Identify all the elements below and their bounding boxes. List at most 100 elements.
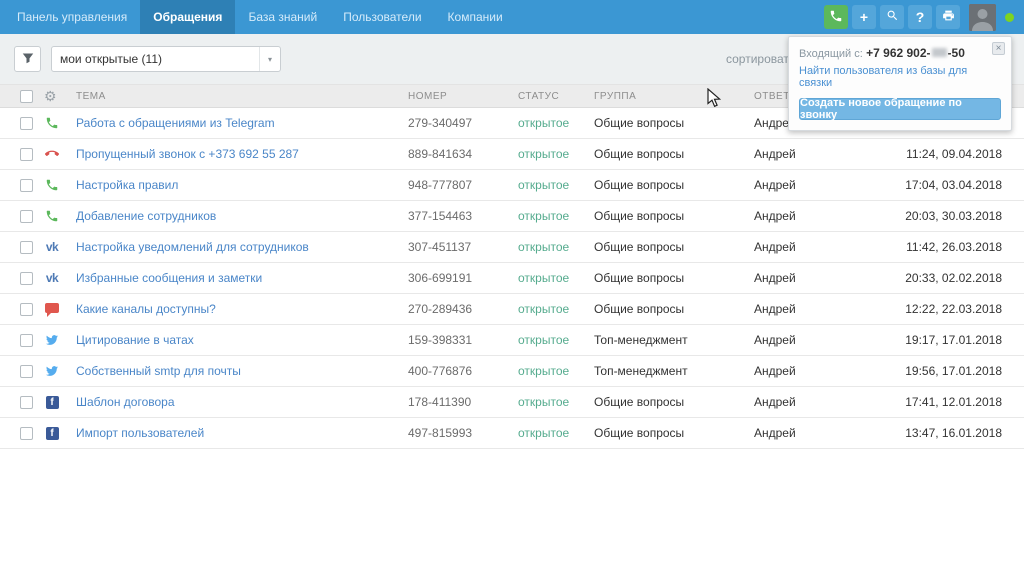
ticket-theme-link[interactable]: Добавление сотрудников bbox=[76, 209, 408, 223]
row-checkbox-cell bbox=[0, 210, 44, 223]
table-row[interactable]: Добавление сотрудников 377-154463 открыт… bbox=[0, 201, 1024, 232]
row-checkbox-cell bbox=[0, 241, 44, 254]
row-checkbox-cell bbox=[0, 396, 44, 409]
channel-missed-call-icon bbox=[44, 146, 60, 162]
ticket-assignee: Андрей bbox=[754, 178, 874, 192]
row-checkbox[interactable] bbox=[20, 117, 33, 130]
ticket-group: Общие вопросы bbox=[594, 271, 754, 285]
gear-icon[interactable]: ⚙ bbox=[44, 89, 57, 103]
row-checkbox-cell bbox=[0, 179, 44, 192]
ticket-theme-link[interactable]: Работа с обращениями из Telegram bbox=[76, 116, 408, 130]
ticket-date: 19:17, 17.01.2018 bbox=[874, 333, 1024, 347]
add-ticket-button[interactable]: + bbox=[852, 5, 876, 29]
row-channel-cell: f bbox=[44, 394, 76, 410]
help-button[interactable]: ? bbox=[908, 5, 932, 29]
row-checkbox[interactable] bbox=[20, 427, 33, 440]
table-row[interactable]: Цитирование в чатах 159-398331 открытое … bbox=[0, 325, 1024, 356]
ticket-assignee: Андрей bbox=[754, 147, 874, 161]
row-checkbox[interactable] bbox=[20, 148, 33, 161]
row-channel-cell bbox=[44, 208, 76, 224]
table-row[interactable]: Какие каналы доступны? 270-289436 открыт… bbox=[0, 294, 1024, 325]
nav-item-users[interactable]: Пользователи bbox=[330, 0, 434, 34]
phone-call-button[interactable] bbox=[824, 5, 848, 29]
select-all-checkbox[interactable] bbox=[20, 90, 33, 103]
create-ticket-from-call-button[interactable]: Создать новое обращение по звонку bbox=[799, 98, 1001, 120]
column-header-group[interactable]: ГРУППА bbox=[594, 91, 754, 102]
row-checkbox[interactable] bbox=[20, 396, 33, 409]
ticket-date: 20:03, 30.03.2018 bbox=[874, 209, 1024, 223]
row-checkbox[interactable] bbox=[20, 303, 33, 316]
nav-item-tickets[interactable]: Обращения bbox=[140, 0, 235, 34]
row-channel-cell: vk bbox=[44, 270, 76, 286]
row-channel-cell bbox=[44, 363, 76, 379]
ticket-assignee: Андрей bbox=[754, 240, 874, 254]
row-checkbox-cell bbox=[0, 117, 44, 130]
table-row[interactable]: Настройка правил 948-777807 открытое Общ… bbox=[0, 170, 1024, 201]
row-checkbox[interactable] bbox=[20, 210, 33, 223]
table-row[interactable]: Собственный smtp для почты 400-776876 от… bbox=[0, 356, 1024, 387]
ticket-number: 889-841634 bbox=[408, 147, 518, 161]
masked-digits bbox=[932, 48, 947, 57]
row-checkbox-cell bbox=[0, 272, 44, 285]
user-avatar[interactable] bbox=[969, 4, 996, 31]
ticket-theme-link[interactable]: Избранные сообщения и заметки bbox=[76, 271, 408, 285]
row-checkbox-cell bbox=[0, 148, 44, 161]
nav-item-knowledge-base[interactable]: База знаний bbox=[235, 0, 330, 34]
ticket-assignee: Андрей bbox=[754, 426, 874, 440]
ticket-status: открытое bbox=[518, 302, 594, 316]
row-checkbox[interactable] bbox=[20, 365, 33, 378]
ticket-date: 17:04, 03.04.2018 bbox=[874, 178, 1024, 192]
close-icon[interactable]: × bbox=[992, 42, 1005, 55]
table-row[interactable]: f Импорт пользователей 497-815993 открыт… bbox=[0, 418, 1024, 449]
row-checkbox[interactable] bbox=[20, 334, 33, 347]
filter-button[interactable] bbox=[14, 46, 41, 72]
channel-call-icon bbox=[44, 177, 60, 193]
find-user-link[interactable]: Найти пользователя из базы для связки bbox=[799, 65, 1001, 89]
tickets-table-body: Работа с обращениями из Telegram 279-340… bbox=[0, 108, 1024, 449]
ticket-theme-link[interactable]: Настройка уведомлений для сотрудников bbox=[76, 240, 408, 254]
channel-twitter-icon bbox=[44, 363, 60, 379]
navbar-actions: + ? bbox=[824, 0, 1024, 34]
column-header-number[interactable]: НОМЕР bbox=[408, 91, 518, 102]
nav-item-control-panel[interactable]: Панель управления bbox=[4, 0, 140, 34]
ticket-number: 178-411390 bbox=[408, 395, 518, 409]
ticket-date: 12:22, 22.03.2018 bbox=[874, 302, 1024, 316]
ticket-theme-link[interactable]: Настройка правил bbox=[76, 178, 408, 192]
table-row[interactable]: vk Избранные сообщения и заметки 306-699… bbox=[0, 263, 1024, 294]
ticket-theme-link[interactable]: Импорт пользователей bbox=[76, 426, 408, 440]
ticket-theme-link[interactable]: Цитирование в чатах bbox=[76, 333, 408, 347]
print-button[interactable] bbox=[936, 5, 960, 29]
plus-icon: + bbox=[860, 9, 868, 25]
table-row[interactable]: f Шаблон договора 178-411390 открытое Об… bbox=[0, 387, 1024, 418]
filter-dropdown-value: мои открытые (11) bbox=[60, 52, 162, 66]
table-row[interactable]: Пропущенный звонок с +373 692 55 287 889… bbox=[0, 139, 1024, 170]
ticket-theme-link[interactable]: Собственный smtp для почты bbox=[76, 364, 408, 378]
ticket-status: открытое bbox=[518, 209, 594, 223]
ticket-group: Общие вопросы bbox=[594, 302, 754, 316]
ticket-theme-link[interactable]: Шаблон договора bbox=[76, 395, 408, 409]
row-channel-cell: vk bbox=[44, 239, 76, 255]
row-checkbox[interactable] bbox=[20, 272, 33, 285]
ticket-theme-link[interactable]: Пропущенный звонок с +373 692 55 287 bbox=[76, 147, 408, 161]
column-header-theme[interactable]: ТЕМА bbox=[76, 91, 408, 102]
ticket-theme-link[interactable]: Какие каналы доступны? bbox=[76, 302, 408, 316]
ticket-assignee: Андрей bbox=[754, 209, 874, 223]
ticket-date: 20:33, 02.02.2018 bbox=[874, 271, 1024, 285]
row-channel-cell bbox=[44, 115, 76, 131]
row-channel-cell bbox=[44, 146, 76, 162]
row-checkbox[interactable] bbox=[20, 241, 33, 254]
row-channel-cell: f bbox=[44, 425, 76, 441]
table-row[interactable]: vk Настройка уведомлений для сотрудников… bbox=[0, 232, 1024, 263]
ticket-group: Общие вопросы bbox=[594, 178, 754, 192]
row-channel-cell bbox=[44, 301, 76, 317]
ticket-status: открытое bbox=[518, 147, 594, 161]
filter-dropdown[interactable]: мои открытые (11) ▾ bbox=[51, 46, 281, 72]
ticket-date: 11:42, 26.03.2018 bbox=[874, 240, 1024, 254]
search-button[interactable] bbox=[880, 5, 904, 29]
nav-item-companies[interactable]: Компании bbox=[435, 0, 516, 34]
ticket-group: Общие вопросы bbox=[594, 395, 754, 409]
ticket-number: 377-154463 bbox=[408, 209, 518, 223]
column-header-status[interactable]: СТАТУС bbox=[518, 91, 594, 102]
channel-facebook-icon: f bbox=[44, 394, 60, 410]
row-checkbox[interactable] bbox=[20, 179, 33, 192]
